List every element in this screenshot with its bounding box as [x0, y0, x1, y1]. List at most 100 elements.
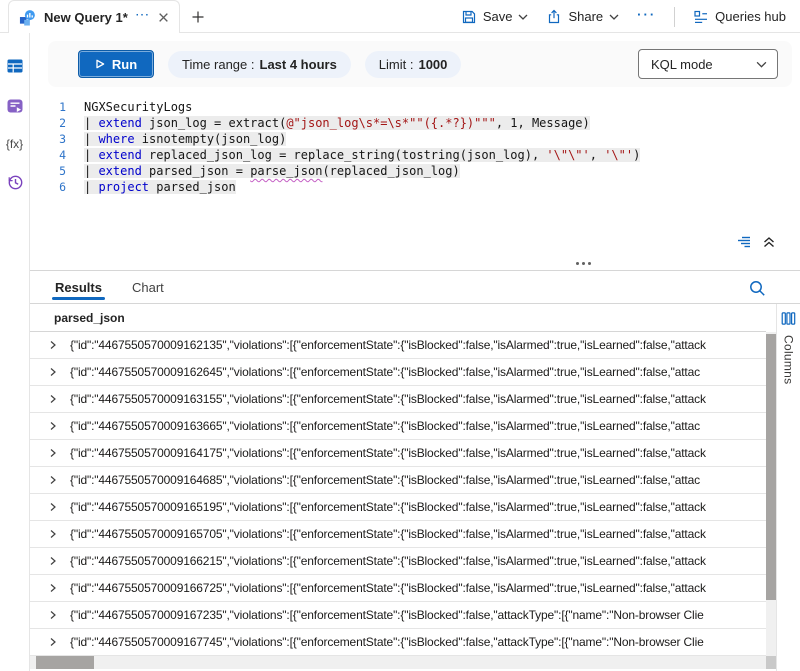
code-line: 4| extend replaced_json_log = replace_st…	[30, 147, 800, 163]
tab-more-icon[interactable]: ···	[136, 10, 151, 25]
limit-value: 1000	[418, 57, 447, 72]
search-results-icon[interactable]	[748, 279, 766, 297]
time-range-picker[interactable]: Time range : Last 4 hours	[168, 51, 351, 78]
line-number: 1	[30, 99, 66, 115]
row-expand-chevron-icon[interactable]	[48, 421, 58, 431]
table-row[interactable]: {"id":"4467550570009165705","violations"…	[30, 521, 766, 548]
vertical-scrollbar-thumb[interactable]	[766, 334, 776, 600]
query-mode-value: KQL mode	[651, 57, 713, 72]
play-icon	[95, 59, 105, 69]
line-number: 2	[30, 115, 66, 131]
app-logo-icon	[19, 9, 36, 26]
row-json-text: {"id":"4467550570009165195","violations"…	[70, 500, 706, 514]
line-number: 4	[30, 147, 66, 163]
pane-splitter[interactable]	[30, 256, 800, 270]
queries-hub-button[interactable]: Queries hub	[693, 9, 786, 25]
more-menu-button[interactable]: ···	[637, 7, 656, 27]
save-label: Save	[483, 9, 513, 24]
row-json-text: {"id":"4467550570009163155","violations"…	[70, 392, 706, 406]
tab-chart[interactable]: Chart	[132, 271, 164, 303]
left-rail: {fx}	[0, 33, 30, 671]
save-icon	[461, 9, 477, 25]
row-json-text: {"id":"4467550570009164685","violations"…	[70, 473, 700, 487]
table-row[interactable]: {"id":"4467550570009167235","violations"…	[30, 602, 766, 629]
tab-title: New Query 1*	[44, 10, 128, 25]
toolbar-wrap: Run Time range : Last 4 hours Limit : 10…	[30, 33, 800, 91]
row-expand-chevron-icon[interactable]	[48, 502, 58, 512]
functions-icon[interactable]: {fx}	[6, 137, 23, 151]
queries-hub-icon	[693, 9, 709, 25]
column-header-parsed-json[interactable]: parsed_json	[30, 304, 766, 332]
table-row[interactable]: {"id":"4467550570009167745","violations"…	[30, 629, 766, 656]
table-row[interactable]: {"id":"4467550570009164175","violations"…	[30, 440, 766, 467]
horizontal-scrollbar[interactable]	[30, 656, 766, 669]
collapse-editor-icon[interactable]	[762, 235, 776, 249]
tab-bar: New Query 1* ··· Save	[0, 0, 800, 33]
row-expand-chevron-icon[interactable]	[48, 367, 58, 377]
share-chevron-down-icon	[609, 14, 619, 20]
row-expand-chevron-icon[interactable]	[48, 556, 58, 566]
row-expand-chevron-icon[interactable]	[48, 583, 58, 593]
table-row[interactable]: {"id":"4467550570009165195","violations"…	[30, 494, 766, 521]
splitter-handle-icon[interactable]	[576, 262, 591, 265]
columns-icon	[781, 311, 796, 326]
row-json-text: {"id":"4467550570009164175","violations"…	[70, 446, 706, 460]
row-expand-chevron-icon[interactable]	[48, 529, 58, 539]
code-line: 2| extend json_log = extract(@"json_log\…	[30, 115, 800, 131]
mode-chevron-down-icon	[756, 61, 767, 68]
horizontal-scrollbar-thumb[interactable]	[36, 656, 94, 669]
grid-rows: {"id":"4467550570009162135","violations"…	[30, 332, 766, 656]
share-label: Share	[568, 9, 603, 24]
code-line: 5| extend parsed_json = parse_json(repla…	[30, 163, 800, 179]
line-number: 6	[30, 179, 66, 195]
row-expand-chevron-icon[interactable]	[48, 340, 58, 350]
kql-editor[interactable]: 1NGXSecurityLogs2| extend json_log = ext…	[30, 91, 800, 256]
tab-results[interactable]: Results	[55, 271, 102, 303]
save-chevron-down-icon	[518, 14, 528, 20]
table-row[interactable]: {"id":"4467550570009166725","violations"…	[30, 575, 766, 602]
row-json-text: {"id":"4467550570009166725","violations"…	[70, 581, 706, 595]
new-tab-button[interactable]	[180, 0, 216, 33]
save-button[interactable]: Save	[461, 9, 529, 25]
limit-label: Limit :	[379, 57, 414, 72]
run-button[interactable]: Run	[78, 50, 154, 78]
row-json-text: {"id":"4467550570009166215","violations"…	[70, 554, 706, 568]
table-row[interactable]: {"id":"4467550570009163665","violations"…	[30, 413, 766, 440]
saved-queries-icon[interactable]	[6, 97, 24, 115]
row-expand-chevron-icon[interactable]	[48, 448, 58, 458]
code-line: 1NGXSecurityLogs	[30, 99, 800, 115]
table-row[interactable]: {"id":"4467550570009164685","violations"…	[30, 467, 766, 494]
columns-panel-label: Columns	[782, 335, 796, 384]
tab-close-icon[interactable]	[158, 12, 169, 23]
share-icon	[546, 9, 562, 25]
share-button[interactable]: Share	[546, 9, 619, 25]
line-number: 5	[30, 163, 66, 179]
line-number: 3	[30, 131, 66, 147]
limit-picker[interactable]: Limit : 1000	[365, 51, 462, 78]
results-tab-bar: Results Chart	[30, 270, 800, 303]
code-line: 3| where isnotempty(json_log)	[30, 131, 800, 147]
query-mode-select[interactable]: KQL mode	[638, 49, 778, 79]
row-expand-chevron-icon[interactable]	[48, 637, 58, 647]
row-json-text: {"id":"4467550570009162645","violations"…	[70, 365, 700, 379]
scrollbar-corner	[766, 656, 776, 669]
run-label: Run	[112, 57, 137, 72]
time-range-label: Time range :	[182, 57, 255, 72]
query-summary-icon[interactable]	[736, 234, 752, 250]
table-icon[interactable]	[6, 57, 24, 75]
row-expand-chevron-icon[interactable]	[48, 610, 58, 620]
row-expand-chevron-icon[interactable]	[48, 475, 58, 485]
row-expand-chevron-icon[interactable]	[48, 394, 58, 404]
table-row[interactable]: {"id":"4467550570009162645","violations"…	[30, 359, 766, 386]
vertical-scrollbar[interactable]	[766, 304, 776, 671]
table-row[interactable]: {"id":"4467550570009162135","violations"…	[30, 332, 766, 359]
query-history-icon[interactable]	[6, 173, 24, 191]
results-grid: parsed_json {"id":"4467550570009162135",…	[30, 303, 800, 671]
columns-side-panel[interactable]: Columns	[776, 304, 800, 671]
row-json-text: {"id":"4467550570009167235","violations"…	[70, 608, 704, 622]
table-row[interactable]: {"id":"4467550570009163155","violations"…	[30, 386, 766, 413]
queries-hub-label: Queries hub	[715, 9, 786, 24]
query-tab[interactable]: New Query 1* ···	[8, 0, 180, 33]
code-line: 6| project parsed_json	[30, 179, 800, 195]
table-row[interactable]: {"id":"4467550570009166215","violations"…	[30, 548, 766, 575]
